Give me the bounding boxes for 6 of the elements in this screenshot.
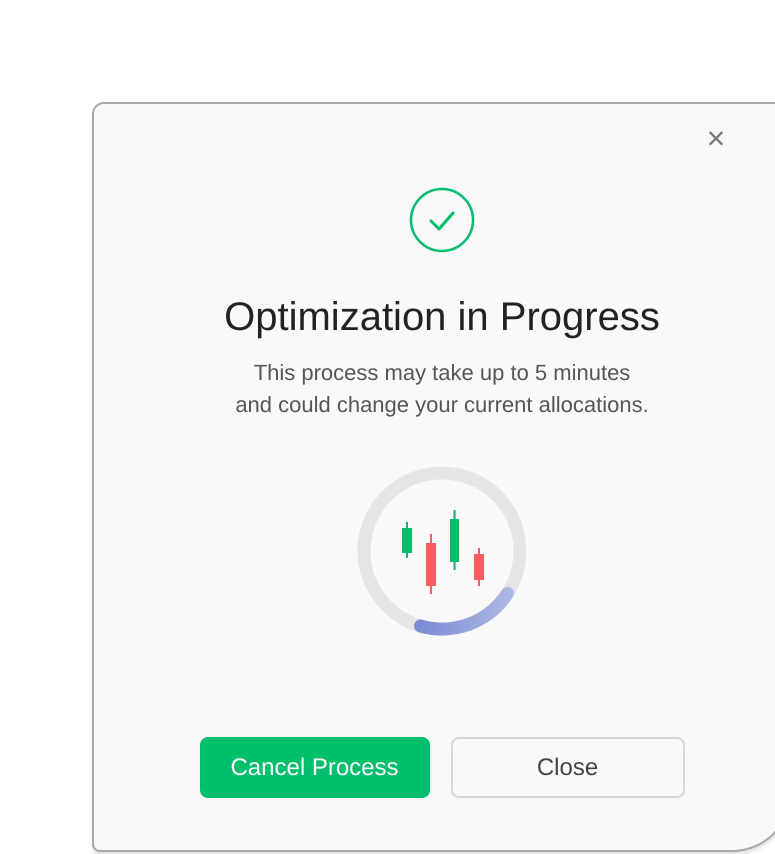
close-button[interactable]: × [704, 122, 728, 154]
dialog-message: This process may take up to 5 minutes and could change your current allocations. [235, 359, 649, 419]
check-circle-icon [409, 187, 475, 253]
dialog-title: Optimization in Progress [224, 294, 660, 341]
cancel-button[interactable]: Cancel Process [200, 737, 430, 798]
close-dialog-button[interactable]: Close [450, 737, 684, 798]
